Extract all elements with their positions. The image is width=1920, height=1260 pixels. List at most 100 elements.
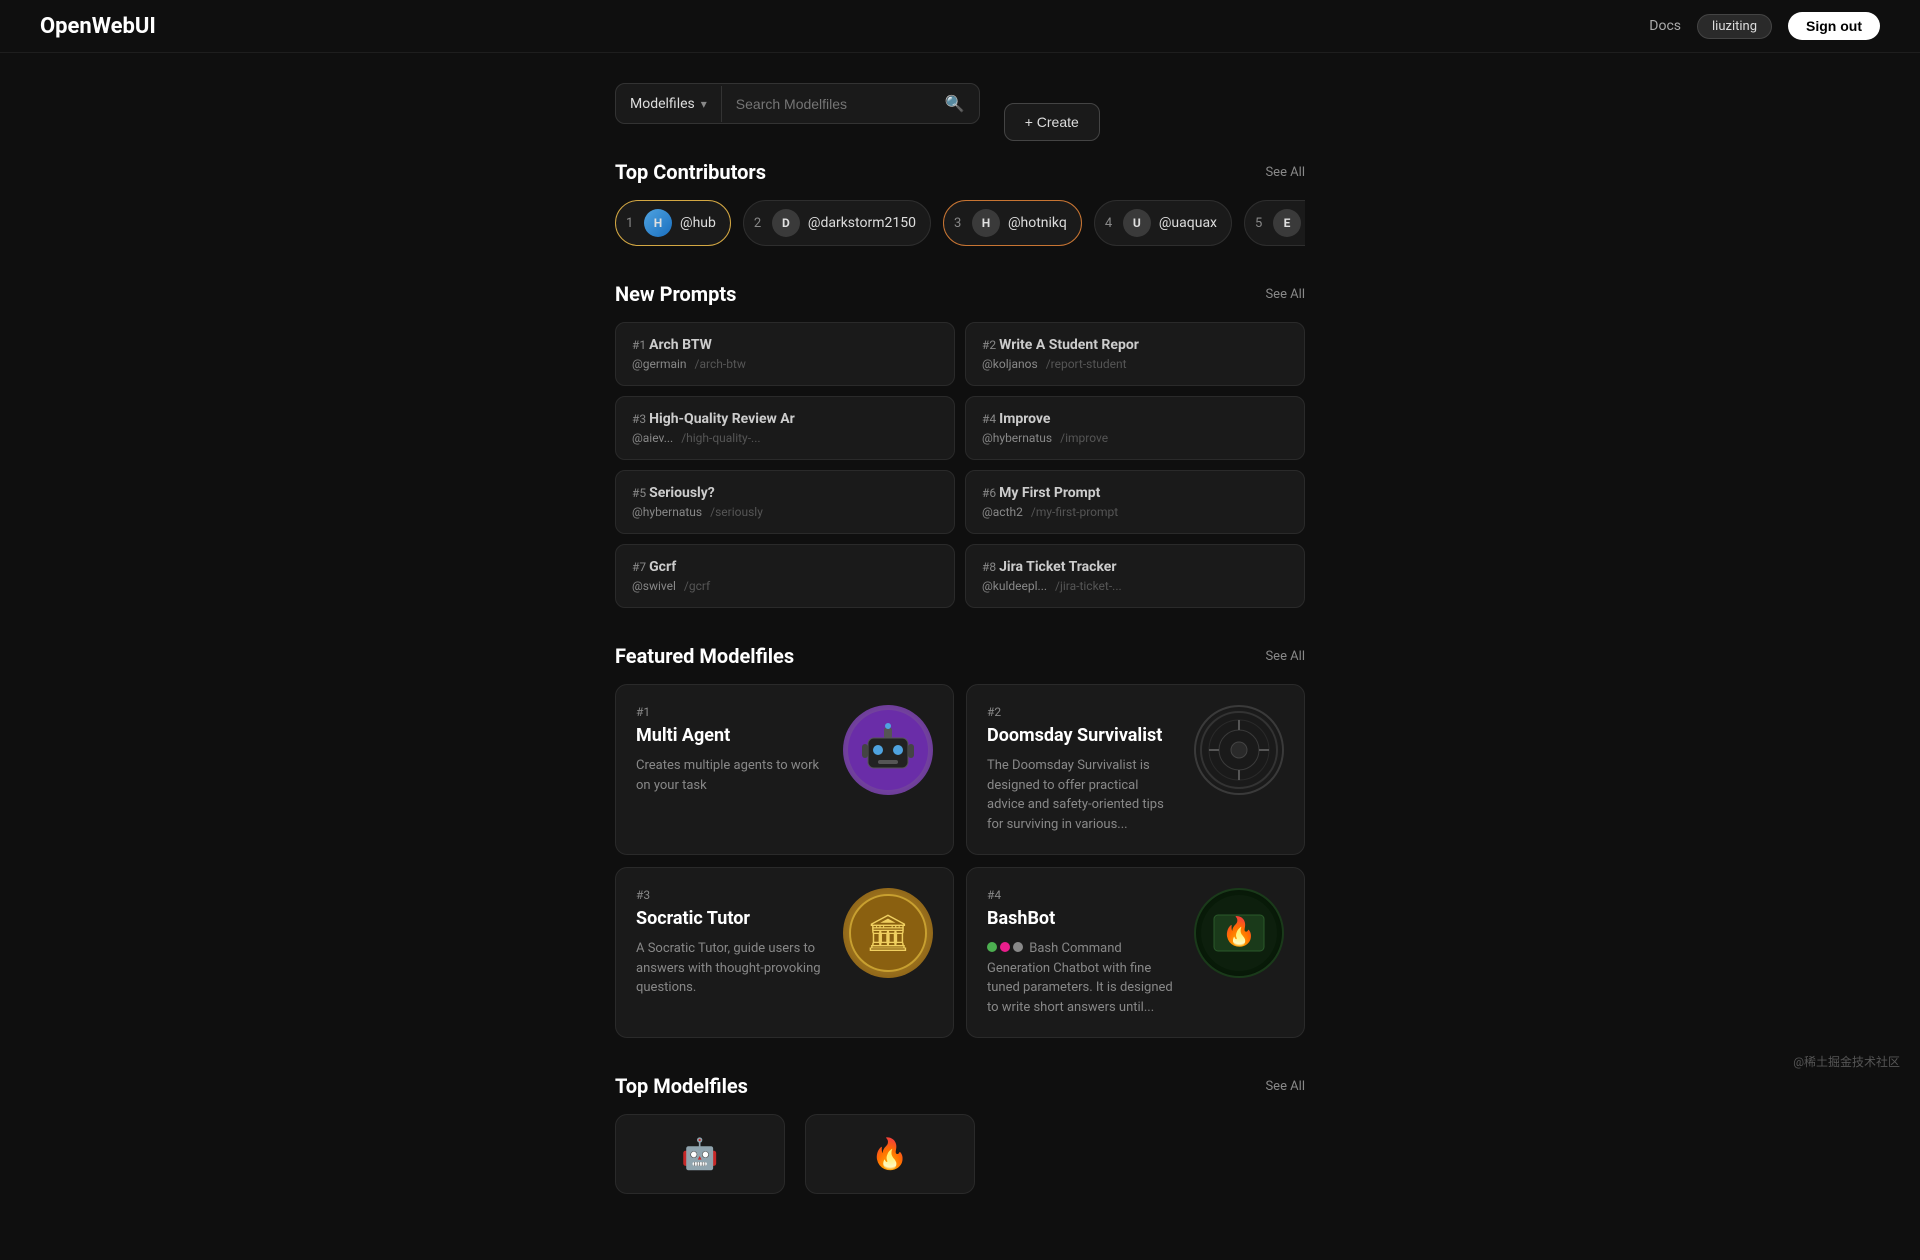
contributor-avatar: H	[644, 209, 672, 237]
prompts-header: New Prompts See All	[615, 282, 1305, 306]
contributor-name: @hub	[680, 215, 716, 231]
contributor-rank: 3	[954, 216, 964, 231]
contributor-item[interactable]: 5 E @elor	[1244, 200, 1305, 246]
prompt-author: @hybernatus	[632, 505, 702, 519]
featured-card-inner: #1 Multi Agent Creates multiple agents t…	[636, 705, 933, 795]
header: OpenWebUI Docs liuziting Sign out	[0, 0, 1920, 53]
top-modelfiles-preview: 🤖 🔥	[615, 1114, 1305, 1194]
prompt-rank: #1 Arch BTW	[632, 337, 938, 353]
prompt-rank: #7 Gcrf	[632, 559, 938, 575]
prompt-card[interactable]: #3 High-Quality Review Ar @aiev... /high…	[615, 396, 955, 460]
search-filter-dropdown[interactable]: Modelfiles ▾	[616, 86, 722, 122]
prompt-path: /my-first-prompt	[1031, 505, 1118, 519]
prompt-path: /seriously	[710, 505, 763, 519]
featured-card-desc: The Doomsday Survivalist is designed to …	[987, 756, 1178, 834]
prompt-card[interactable]: #7 Gcrf @swivel /gcrf	[615, 544, 955, 608]
prompt-rank: #2 Write A Student Repor	[982, 337, 1288, 353]
prompt-meta: @kuldeepl... /jira-ticket-...	[982, 579, 1288, 593]
search-icon[interactable]: 🔍	[931, 84, 979, 123]
prompt-meta: @acth2 /my-first-prompt	[982, 505, 1288, 519]
featured-card-image: 🔥	[1194, 888, 1284, 978]
header-right: Docs liuziting Sign out	[1649, 12, 1880, 40]
search-input[interactable]	[722, 86, 931, 122]
prompt-card[interactable]: #4 Improve @hybernatus /improve	[965, 396, 1305, 460]
featured-title: Featured Modelfiles	[615, 644, 794, 668]
username-badge: liuziting	[1697, 14, 1772, 39]
prompt-card[interactable]: #8 Jira Ticket Tracker @kuldeepl... /jir…	[965, 544, 1305, 608]
top-modelfiles-section: Top Modelfiles See All 🤖 🔥	[615, 1074, 1305, 1194]
featured-see-all[interactable]: See All	[1265, 649, 1305, 664]
contributors-header: Top Contributors See All	[615, 160, 1305, 184]
featured-card-title: BashBot	[987, 908, 1178, 929]
prompt-path: /improve	[1060, 431, 1108, 445]
docs-link[interactable]: Docs	[1649, 18, 1681, 34]
chevron-down-icon: ▾	[701, 97, 707, 111]
prompt-rank: #3 High-Quality Review Ar	[632, 411, 938, 427]
featured-card-title: Socratic Tutor	[636, 908, 827, 929]
logo: OpenWebUI	[40, 14, 156, 39]
prompt-title: Gcrf	[649, 559, 676, 575]
featured-section: Featured Modelfiles See All #1 Multi Age…	[615, 644, 1305, 1038]
contributor-item[interactable]: 4 U @uaquax	[1094, 200, 1232, 246]
watermark: @稀土掘金技术社区	[1793, 1053, 1900, 1070]
featured-card[interactable]: #2 Doomsday Survivalist The Doomsday Sur…	[966, 684, 1305, 855]
featured-card-desc: Bash Command Generation Chatbot with fin…	[987, 939, 1178, 1017]
prompt-path: /gcrf	[684, 579, 710, 593]
filter-label: Modelfiles	[630, 96, 695, 112]
prompt-title: High-Quality Review Ar	[649, 411, 795, 427]
prompt-rank: #6 My First Prompt	[982, 485, 1288, 501]
sign-out-button[interactable]: Sign out	[1788, 12, 1880, 40]
prompt-rank: #5 Seriously?	[632, 485, 938, 501]
featured-card-content: #1 Multi Agent Creates multiple agents t…	[636, 705, 827, 795]
featured-card-inner: #4 BashBot Bash Command Generation Chatb…	[987, 888, 1284, 1017]
prompt-path: /arch-btw	[695, 357, 746, 371]
featured-card[interactable]: #4 BashBot Bash Command Generation Chatb…	[966, 867, 1305, 1038]
prompt-title: Arch BTW	[649, 337, 712, 353]
prompt-author: @germain	[632, 357, 687, 371]
contributor-name: @darkstorm2150	[808, 215, 916, 231]
contributor-item[interactable]: 2 D @darkstorm2150	[743, 200, 931, 246]
top-modelfiles-header: Top Modelfiles See All	[615, 1074, 1305, 1098]
prompt-path: /jira-ticket-...	[1055, 579, 1122, 593]
prompt-title: Improve	[999, 411, 1050, 427]
top-modelfile-placeholder-2[interactable]: 🔥	[805, 1114, 975, 1194]
svg-text:🔥: 🔥	[1222, 915, 1257, 948]
prompt-title: My First Prompt	[999, 485, 1100, 501]
prompt-card[interactable]: #1 Arch BTW @germain /arch-btw	[615, 322, 955, 386]
prompt-meta: @germain /arch-btw	[632, 357, 938, 371]
prompt-author: @koljanos	[982, 357, 1038, 371]
contributor-avatar: E	[1273, 209, 1301, 237]
search-bar: Modelfiles ▾ 🔍	[615, 83, 980, 124]
create-button[interactable]: + Create	[1004, 103, 1100, 141]
featured-card-image: 🏛	[843, 888, 933, 978]
prompt-card[interactable]: #2 Write A Student Repor @koljanos /repo…	[965, 322, 1305, 386]
prompt-rank: #4 Improve	[982, 411, 1288, 427]
featured-card-title: Doomsday Survivalist	[987, 725, 1178, 746]
contributor-item[interactable]: 3 H @hotnikq	[943, 200, 1082, 246]
featured-card[interactable]: #3 Socratic Tutor A Socratic Tutor, guid…	[615, 867, 954, 1038]
featured-card[interactable]: #1 Multi Agent Creates multiple agents t…	[615, 684, 954, 855]
contributors-list: 1 H @hub 2 D @darkstorm2150 3 H @hotnikq…	[615, 200, 1305, 246]
contributor-rank: 4	[1105, 216, 1115, 231]
top-modelfiles-see-all[interactable]: See All	[1265, 1079, 1305, 1094]
contributor-item[interactable]: 1 H @hub	[615, 200, 731, 246]
prompt-meta: @swivel /gcrf	[632, 579, 938, 593]
featured-card-image	[843, 705, 933, 795]
prompt-author: @aiev...	[632, 431, 673, 445]
featured-card-rank: #4	[987, 888, 1178, 902]
search-row: Modelfiles ▾ 🔍 + Create	[615, 83, 1305, 160]
featured-card-inner: #3 Socratic Tutor A Socratic Tutor, guid…	[636, 888, 933, 998]
contributor-avatar: U	[1123, 209, 1151, 237]
prompt-meta: @hybernatus /seriously	[632, 505, 938, 519]
svg-text:🏛: 🏛	[865, 912, 911, 954]
prompt-author: @acth2	[982, 505, 1023, 519]
prompt-title: Jira Ticket Tracker	[999, 559, 1116, 575]
prompt-card[interactable]: #6 My First Prompt @acth2 /my-first-prom…	[965, 470, 1305, 534]
top-modelfiles-title: Top Modelfiles	[615, 1074, 748, 1098]
contributors-see-all[interactable]: See All	[1265, 165, 1305, 180]
prompt-card[interactable]: #5 Seriously? @hybernatus /seriously	[615, 470, 955, 534]
prompts-see-all[interactable]: See All	[1265, 287, 1305, 302]
top-modelfile-placeholder-1[interactable]: 🤖	[615, 1114, 785, 1194]
prompt-author: @swivel	[632, 579, 676, 593]
featured-card-title: Multi Agent	[636, 725, 827, 746]
